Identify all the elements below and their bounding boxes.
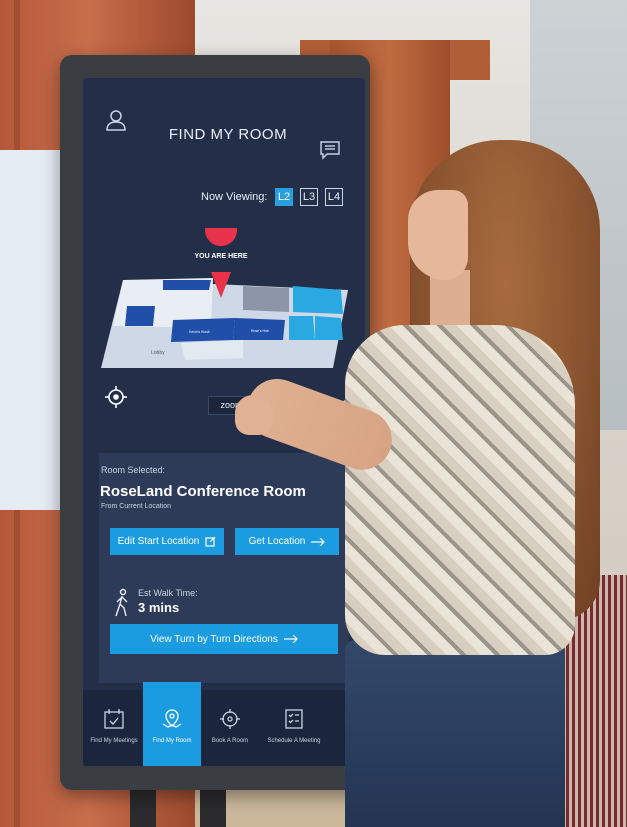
map-lower-area xyxy=(181,340,243,360)
nav-label: Schedule A Meeting xyxy=(267,738,321,744)
map-room-top xyxy=(163,280,211,290)
woman-hand xyxy=(235,395,273,435)
woman-jeans xyxy=(345,640,565,827)
map-label-kevin: Kevin's Kiosk xyxy=(189,330,210,334)
map-gray-block xyxy=(243,286,289,312)
room-selected-label: Room Selected: xyxy=(101,465,166,475)
level-tab-l3[interactable]: L3 xyxy=(300,188,318,206)
user-icon[interactable] xyxy=(105,108,127,132)
turn-by-turn-label: View Turn by Turn Directions xyxy=(150,633,278,645)
nav-label: Find My Room xyxy=(152,738,192,744)
chat-icon[interactable] xyxy=(319,140,341,160)
page-title: FIND MY ROOM xyxy=(168,126,288,143)
floor-map[interactable]: Lobby Rose's Hub Kevin's Kiosk YOU ARE H… xyxy=(93,228,355,378)
edit-start-location-label: Edit Start Location xyxy=(117,536,200,547)
checklist-icon xyxy=(285,709,303,729)
nav-schedule-a-meeting[interactable]: Schedule A Meeting xyxy=(259,690,329,766)
nav-book-a-room[interactable]: Book A Room xyxy=(201,690,259,766)
woman-face xyxy=(408,190,468,280)
map-room-small xyxy=(125,306,155,326)
now-viewing-label: Now Viewing: xyxy=(201,191,268,203)
edit-icon xyxy=(205,536,216,547)
map-pin-icon xyxy=(162,709,182,728)
arrow-right-icon xyxy=(311,537,326,546)
room-name: RoseLand Conference Room xyxy=(100,483,306,500)
woman-blouse xyxy=(345,325,575,655)
walk-time-value: 3 mins xyxy=(138,600,180,615)
bottom-nav: Find My Meetings Find My Room Book A Roo… xyxy=(83,682,365,766)
turn-by-turn-button[interactable]: View Turn by Turn Directions xyxy=(110,624,338,654)
map-pin-head xyxy=(205,228,238,246)
map-room-cyan-2 xyxy=(315,316,343,340)
walk-time-label: Est Walk Time: xyxy=(138,588,198,598)
nav-find-my-room[interactable]: Find My Room xyxy=(143,682,201,766)
level-tab-l4[interactable]: L4 xyxy=(325,188,343,206)
map-label-rose: Rose's Hub xyxy=(251,329,269,333)
photo-scene: FIND MY ROOM Now Viewing: L2 L3 L4 Lobby… xyxy=(0,0,627,827)
nav-label: Book A Room xyxy=(211,738,249,744)
arrow-right-icon xyxy=(283,635,298,643)
edit-start-location-button[interactable]: Edit Start Location xyxy=(110,528,224,555)
calendar-check-icon xyxy=(104,709,124,729)
nav-find-my-meetings[interactable]: Find My Meetings xyxy=(85,690,143,766)
map-label-lobby: Lobby xyxy=(151,350,165,356)
get-location-button[interactable]: Get Location xyxy=(235,528,339,555)
level-tab-l2[interactable]: L2 xyxy=(275,188,293,206)
map-pin-label: YOU ARE HERE xyxy=(194,253,247,260)
map-room-cyan-1 xyxy=(289,316,315,340)
screen-header: FIND MY ROOM xyxy=(83,78,365,178)
locate-icon[interactable] xyxy=(105,386,127,408)
walking-person-icon xyxy=(115,588,128,617)
nav-label: Find My Meetings xyxy=(90,738,138,744)
crosshair-icon xyxy=(220,709,240,729)
map-room-cyan-3 xyxy=(293,286,343,314)
pale-band xyxy=(0,150,62,510)
get-location-label: Get Location xyxy=(248,536,306,547)
room-subtitle: From Current Location xyxy=(101,503,172,510)
